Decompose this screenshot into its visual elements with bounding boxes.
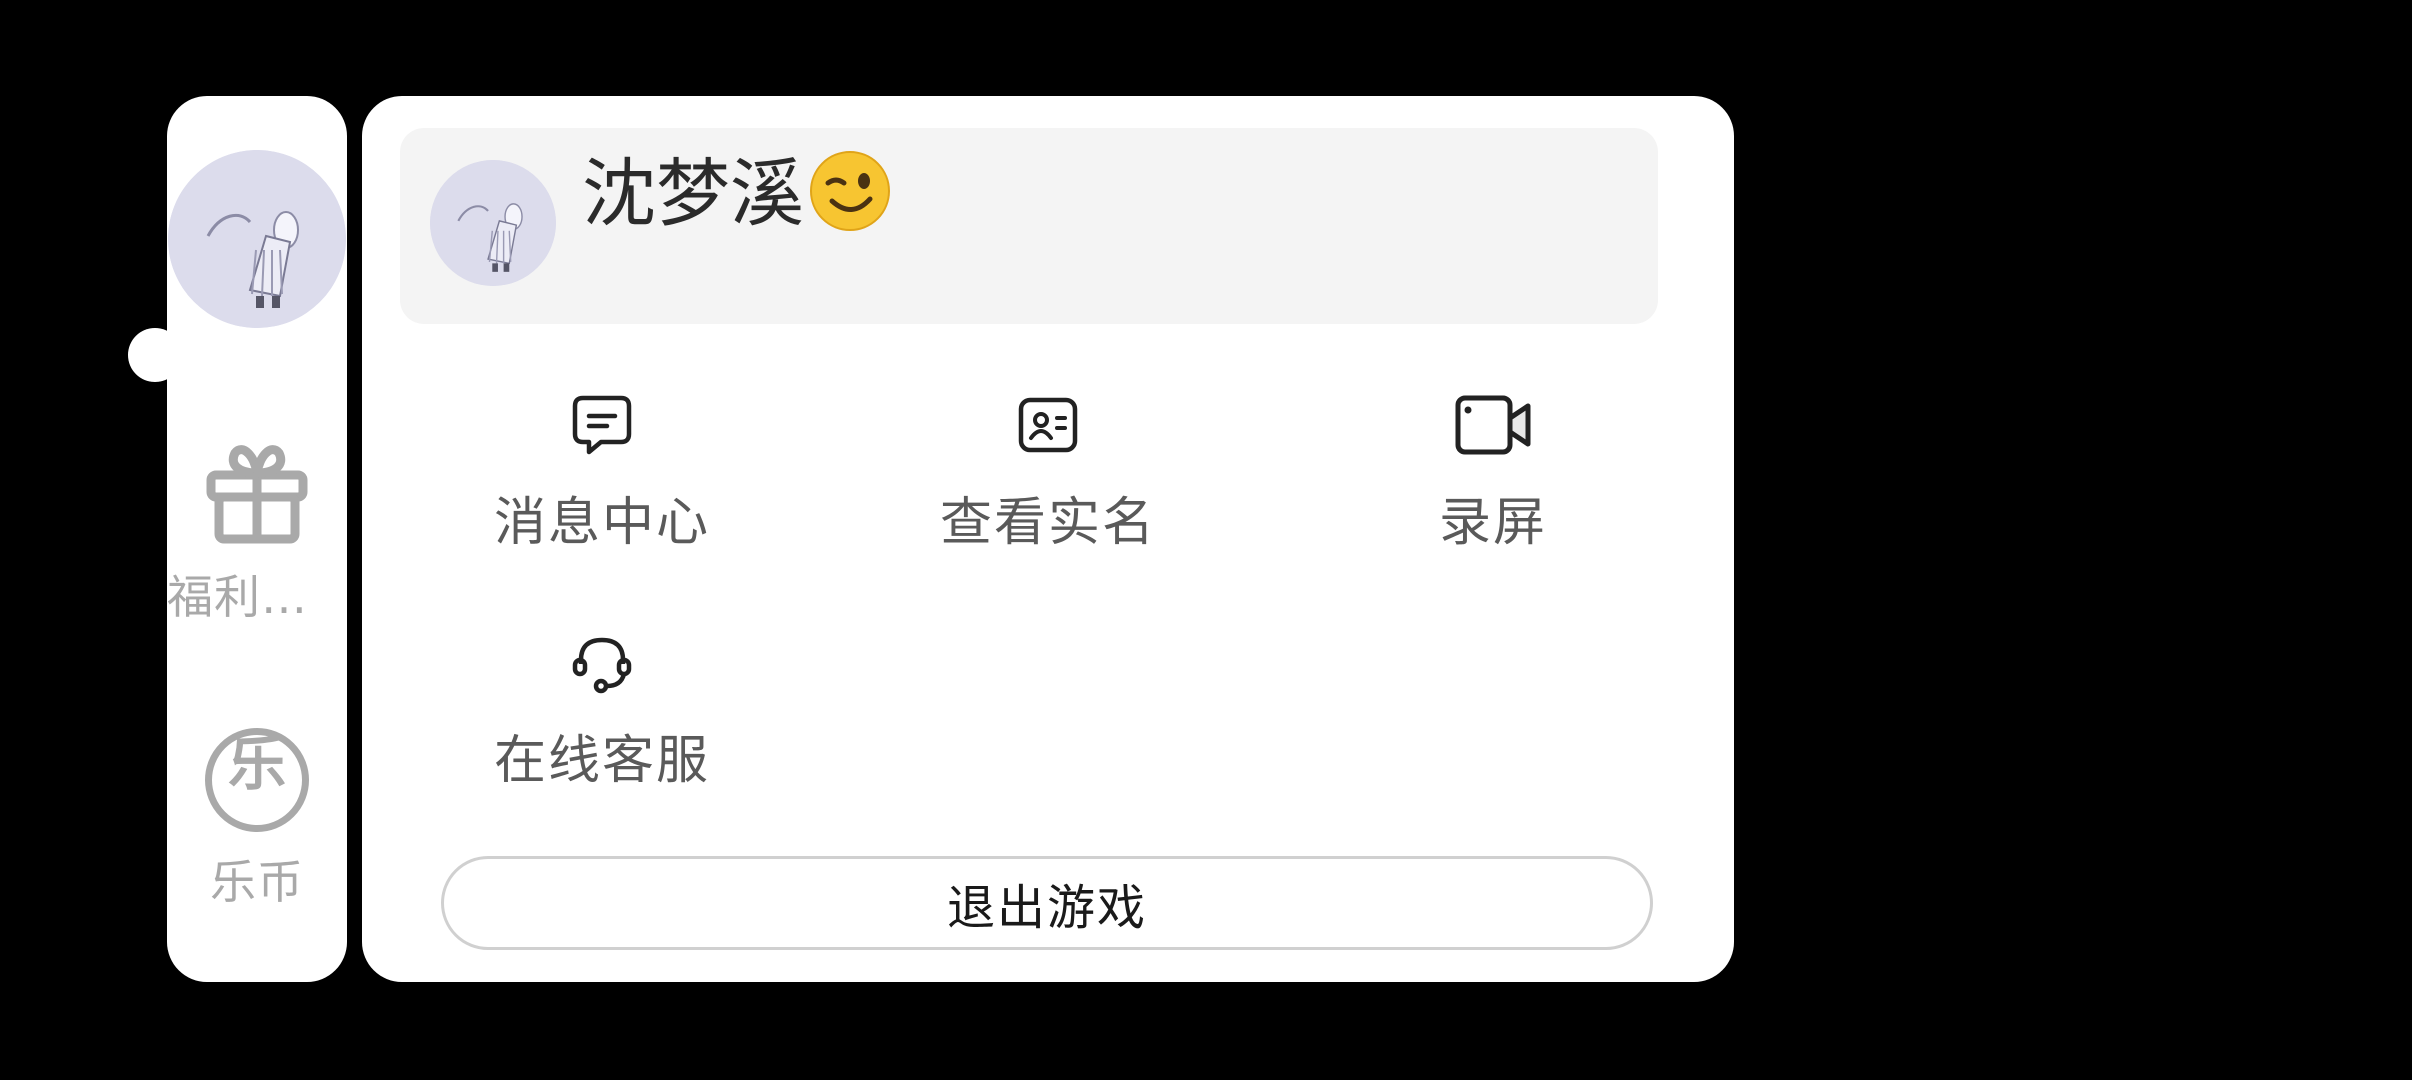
menu-item-online-support[interactable]: 在线客服 [437,632,767,793]
character-avatar-icon [168,150,346,328]
menu-item-screen-record[interactable]: 录屏 [1328,394,1658,555]
menu-panel: 沈梦溪 消息中心 查看实名 录屏 在线客服 退出游戏 [362,96,1734,982]
exit-game-button[interactable]: 退出游戏 [441,856,1653,950]
coin-icon: 乐 [205,728,309,832]
profile-card[interactable]: 沈梦溪 [400,128,1658,324]
sidebar-item-label: 乐币 [210,855,304,909]
sidebar-item-gift[interactable]: 福利礼... [167,439,347,627]
gift-icon [206,445,308,544]
id-card-icon [1018,397,1078,453]
menu-item-message-center[interactable]: 消息中心 [437,394,767,555]
menu-item-label: 消息中心 [493,493,710,553]
message-icon [572,395,632,455]
sidebar-rail: 福利礼... 乐 乐币 [167,96,347,982]
profile-name: 沈梦溪 [582,151,804,237]
menu-item-real-name[interactable]: 查看实名 [883,394,1213,555]
character-avatar-icon [430,160,556,286]
sidebar-item-coin[interactable]: 乐 乐币 [167,728,347,912]
game-menu-overlay: 福利礼... 乐 乐币 沈梦溪 消息中心 查看实名 录屏 在线客服 退出游戏 [0,0,2412,1080]
menu-item-label: 查看实名 [939,493,1156,553]
coin-glyph: 乐 [227,730,286,798]
menu-item-label: 录屏 [1438,493,1547,553]
menu-item-label: 在线客服 [493,731,710,791]
drag-handle-dot[interactable] [128,328,182,382]
profile-name-row: 沈梦溪 [582,146,892,242]
wink-emoji-icon [810,151,890,231]
headset-icon [572,637,632,694]
sidebar-avatar[interactable] [168,150,346,328]
sidebar-item-label: 福利礼... [167,570,347,624]
video-camera-icon [1455,395,1531,455]
avatar [430,160,556,286]
